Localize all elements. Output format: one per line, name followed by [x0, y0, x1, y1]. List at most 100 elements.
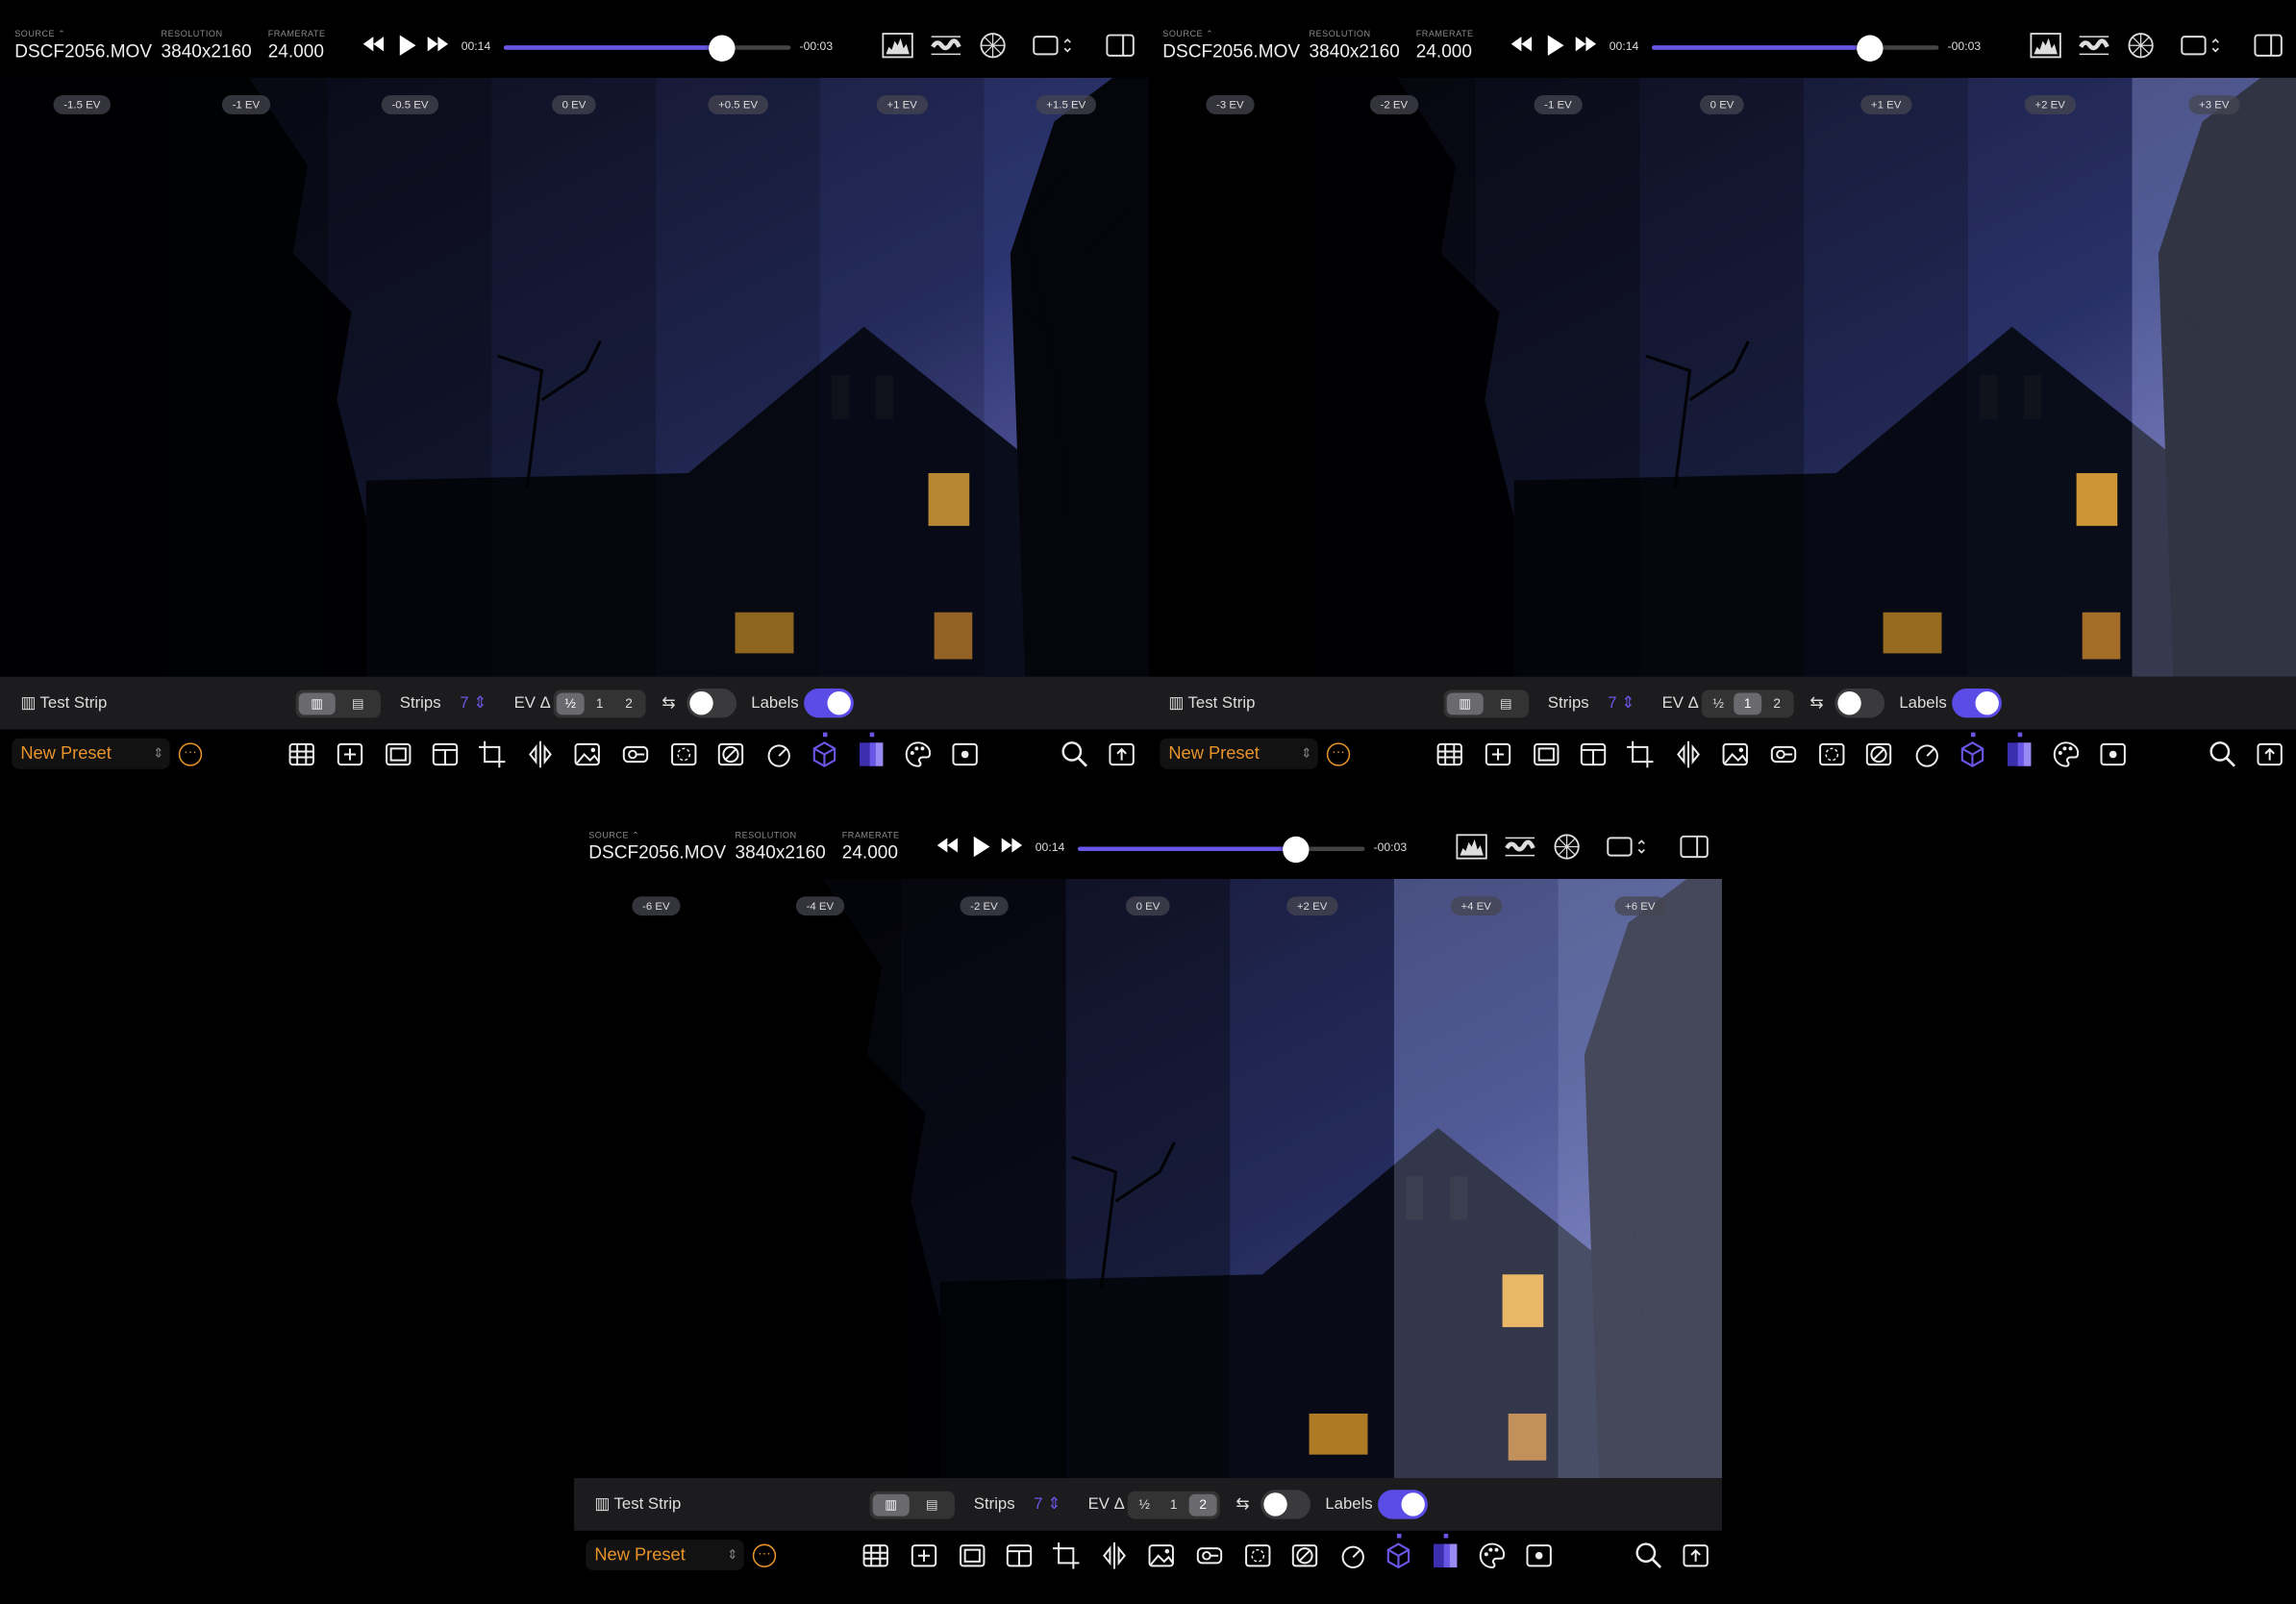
- aspect-ratio-button[interactable]: [1605, 834, 1649, 860]
- zebra-button[interactable]: [716, 739, 745, 768]
- ev-option[interactable]: 2: [1188, 1493, 1217, 1516]
- horizontal-strips-option[interactable]: ▤: [339, 693, 376, 715]
- source-meta[interactable]: SOURCE ⌃ DSCF2056.MOV: [1162, 31, 1300, 63]
- swap-toggle[interactable]: [1834, 688, 1885, 718]
- ev-option[interactable]: 1: [586, 693, 613, 715]
- vertical-strips-option[interactable]: ▥: [298, 692, 336, 715]
- video-viewer[interactable]: -1.5 EV -1 EV -0.5 EV 0 EV +0.5 EV +1 EV +1.5 …: [0, 77, 1149, 677]
- ev-delta-segmented-control[interactable]: ½ 1 2: [553, 689, 646, 718]
- histogram-button[interactable]: [2030, 33, 2062, 59]
- ev-option[interactable]: 1: [1734, 692, 1762, 715]
- waveform-button[interactable]: [2078, 33, 2110, 59]
- strips-stepper[interactable]: 7 ⇕: [1034, 1494, 1061, 1515]
- focus-peaking-button[interactable]: [669, 739, 698, 768]
- image-button[interactable]: [1721, 739, 1750, 768]
- histogram-button[interactable]: [1456, 834, 1488, 860]
- scrubber-knob[interactable]: [1857, 34, 1884, 62]
- waveform-button[interactable]: [1504, 834, 1536, 860]
- play-button[interactable]: [397, 34, 417, 57]
- ev-delta-segmented-control[interactable]: ½ 1 2: [1701, 689, 1794, 718]
- crosshair-button[interactable]: [1484, 739, 1512, 768]
- labels-toggle[interactable]: [1952, 688, 2002, 718]
- layout-button[interactable]: [431, 739, 460, 768]
- more-options-button[interactable]: ···: [1326, 742, 1351, 766]
- labels-toggle[interactable]: [804, 688, 854, 718]
- export-button[interactable]: [1107, 739, 1136, 768]
- zebra-button[interactable]: [1290, 1541, 1319, 1570]
- focus-peaking-button[interactable]: [1817, 739, 1846, 768]
- sidebar-button[interactable]: [2252, 33, 2284, 59]
- ev-delta-segmented-control[interactable]: ½ 1 2: [1127, 1491, 1220, 1519]
- swap-icon[interactable]: ⇆: [1235, 1494, 1249, 1515]
- ev-option[interactable]: 2: [1763, 693, 1791, 715]
- frame-guide-button[interactable]: [1532, 739, 1560, 768]
- more-options-button[interactable]: ···: [178, 742, 203, 766]
- aspect-ratio-button[interactable]: [1031, 33, 1075, 59]
- ev-option[interactable]: ½: [556, 692, 585, 715]
- swap-toggle[interactable]: [1260, 1490, 1311, 1519]
- record-button[interactable]: [950, 739, 979, 768]
- preset-picker[interactable]: New Preset ⇕: [586, 1539, 744, 1570]
- play-button[interactable]: [1545, 34, 1565, 57]
- scrubber[interactable]: [1077, 836, 1365, 863]
- swap-icon[interactable]: ⇆: [1809, 693, 1823, 714]
- histogram-button[interactable]: [882, 33, 914, 59]
- swap-toggle[interactable]: [686, 688, 737, 718]
- crop-button[interactable]: [1052, 1541, 1081, 1570]
- frame-guide-button[interactable]: [958, 1541, 986, 1570]
- fast-forward-button[interactable]: [1000, 835, 1023, 855]
- lut-button[interactable]: [1769, 739, 1798, 768]
- waveform-button[interactable]: [930, 33, 962, 59]
- exposure-meter-button[interactable]: [1338, 1541, 1367, 1570]
- horizontal-strips-option[interactable]: ▤: [1487, 693, 1524, 715]
- palette-button[interactable]: [904, 739, 933, 768]
- palette-button[interactable]: [1478, 1541, 1507, 1570]
- record-button[interactable]: [1524, 1541, 1553, 1570]
- sidebar-button[interactable]: [1678, 834, 1710, 860]
- palette-button[interactable]: [2052, 739, 2081, 768]
- rewind-button[interactable]: [936, 835, 959, 855]
- scrubber[interactable]: [503, 34, 791, 62]
- lut-button[interactable]: [621, 739, 650, 768]
- vectorscope-button[interactable]: [1551, 834, 1584, 860]
- strips-stepper[interactable]: 7 ⇕: [460, 693, 487, 714]
- aspect-ratio-button[interactable]: [2179, 33, 2223, 59]
- crosshair-button[interactable]: [336, 739, 364, 768]
- search-button[interactable]: [1635, 1541, 1663, 1570]
- ev-option[interactable]: ½: [1131, 1494, 1159, 1516]
- flip-button[interactable]: [1674, 739, 1703, 768]
- layout-button[interactable]: [1579, 739, 1608, 768]
- rewind-button[interactable]: [1510, 34, 1533, 54]
- cube-lut-button[interactable]: [1384, 1541, 1412, 1570]
- crop-button[interactable]: [477, 739, 506, 768]
- horizontal-strips-option[interactable]: ▤: [913, 1494, 950, 1516]
- vectorscope-button[interactable]: [2125, 33, 2158, 59]
- preset-picker[interactable]: New Preset ⇕: [12, 738, 170, 769]
- vertical-strips-option[interactable]: ▥: [1446, 692, 1484, 715]
- grid-button[interactable]: [861, 1541, 890, 1570]
- test-strip-button[interactable]: [1431, 1541, 1460, 1570]
- frame-guide-button[interactable]: [384, 739, 412, 768]
- ev-option[interactable]: ½: [1705, 693, 1733, 715]
- fast-forward-button[interactable]: [426, 34, 449, 54]
- rewind-button[interactable]: [362, 34, 385, 54]
- more-options-button[interactable]: ···: [752, 1543, 777, 1567]
- search-button[interactable]: [1061, 739, 1089, 768]
- scrubber-knob[interactable]: [1283, 836, 1310, 863]
- vertical-strips-option[interactable]: ▥: [872, 1493, 910, 1516]
- ev-option[interactable]: 1: [1160, 1494, 1187, 1516]
- preset-picker[interactable]: New Preset ⇕: [1160, 738, 1318, 769]
- grid-button[interactable]: [287, 739, 316, 768]
- sidebar-button[interactable]: [1104, 33, 1136, 59]
- focus-peaking-button[interactable]: [1243, 1541, 1272, 1570]
- crosshair-button[interactable]: [910, 1541, 938, 1570]
- ev-option[interactable]: 2: [615, 693, 643, 715]
- cube-lut-button[interactable]: [810, 739, 838, 768]
- cube-lut-button[interactable]: [1958, 739, 1986, 768]
- strips-stepper[interactable]: 7 ⇕: [1608, 693, 1635, 714]
- test-strip-button[interactable]: [857, 739, 886, 768]
- labels-toggle[interactable]: [1378, 1490, 1428, 1519]
- grid-button[interactable]: [1435, 739, 1464, 768]
- search-button[interactable]: [2209, 739, 2237, 768]
- scrubber[interactable]: [1651, 34, 1939, 62]
